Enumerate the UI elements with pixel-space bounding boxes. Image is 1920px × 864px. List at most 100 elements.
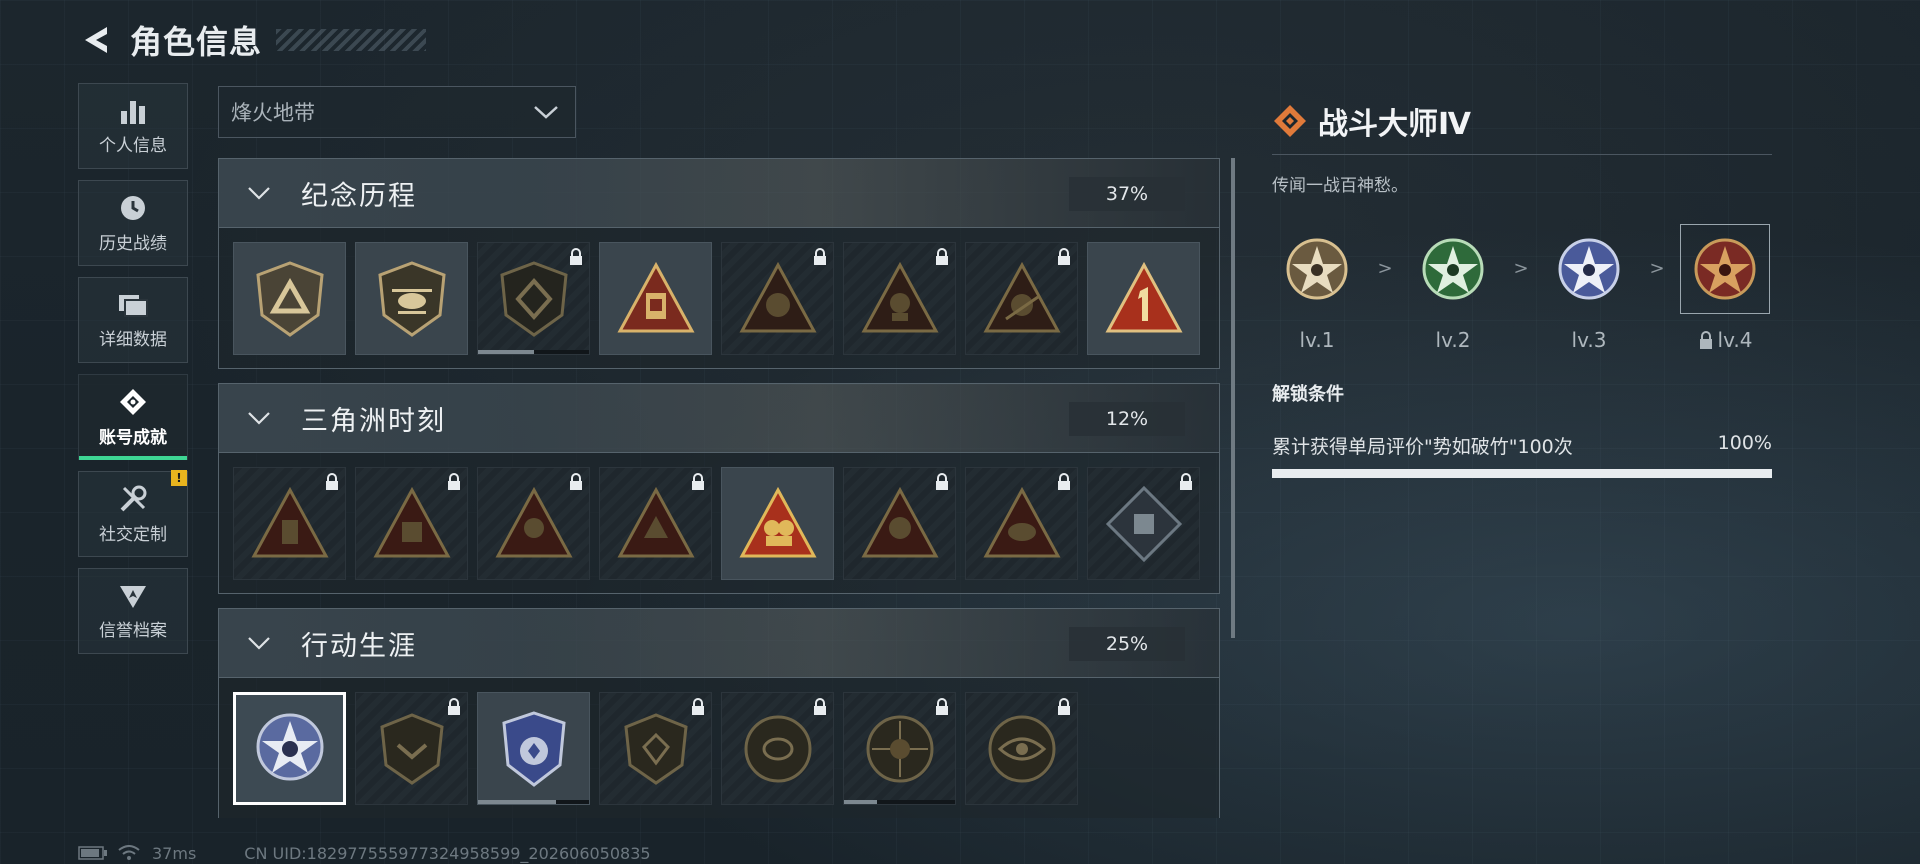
level-label-locked: lv.4 xyxy=(1698,328,1753,352)
badge-tile[interactable] xyxy=(1087,242,1200,355)
user-uid: CN UID:1829775559773249585​99_2026060508… xyxy=(244,843,651,863)
section-percent: 12% xyxy=(1069,402,1185,436)
level-separator: > xyxy=(1513,258,1529,279)
blue-star-medal-icon xyxy=(1558,238,1620,300)
tools-icon xyxy=(120,485,147,511)
helicopter-badge-icon xyxy=(377,260,446,337)
chevron-down-icon xyxy=(248,187,270,200)
folder-icon xyxy=(119,294,148,317)
sidebar-item-social[interactable]: ! 社交定制 xyxy=(78,470,188,557)
badge-tile[interactable] xyxy=(721,467,834,580)
list-scrollbar[interactable] xyxy=(1231,158,1235,638)
badge-tile[interactable] xyxy=(843,242,956,355)
lock-icon xyxy=(936,698,948,715)
level-progression: lv.1 > lv.2 > lv.3 > lv.4 xyxy=(1272,224,1772,352)
triangle-badge-icon xyxy=(616,486,695,557)
shield-badge-icon xyxy=(623,712,688,785)
badge-tile[interactable] xyxy=(477,692,590,805)
badge-tile[interactable] xyxy=(477,242,590,355)
mode-select[interactable]: 烽火地带 xyxy=(218,86,576,138)
chevron-down-icon xyxy=(248,637,270,650)
ping-value: 37ms xyxy=(152,843,197,863)
back-arrow-icon xyxy=(85,27,107,53)
badge-tile[interactable] xyxy=(599,242,712,355)
warning-badge: ! xyxy=(171,470,187,486)
triangle-badge-icon xyxy=(494,486,573,557)
diamond-badge-icon xyxy=(1105,485,1182,562)
level-4[interactable]: lv.4 xyxy=(1680,224,1770,352)
lock-icon xyxy=(814,248,826,265)
back-button[interactable] xyxy=(78,22,114,58)
badge-tile[interactable] xyxy=(233,467,346,580)
achievement-list[interactable]: 纪念历程 37% 三角洲时刻 12% 行动生涯 25% xyxy=(218,158,1220,818)
badge-tile[interactable] xyxy=(233,242,346,355)
triangle-badge-icon xyxy=(860,261,939,332)
clock-icon xyxy=(121,195,145,220)
detail-description: 传闻一战百神愁。 xyxy=(1272,176,1408,196)
lock-icon xyxy=(1180,473,1192,490)
unlock-condition-progress-bar xyxy=(1272,469,1772,478)
sidebar-item-history[interactable]: 历史战绩 xyxy=(78,180,188,266)
section-memorial: 纪念历程 37% xyxy=(218,158,1220,369)
lock-icon xyxy=(448,698,460,715)
badge-tile[interactable] xyxy=(477,467,590,580)
badge-tile[interactable] xyxy=(599,692,712,805)
section-percent: 37% xyxy=(1069,177,1185,211)
level-3[interactable]: lv.3 xyxy=(1544,224,1634,352)
shield-badge-icon xyxy=(255,260,324,337)
badge-tile[interactable] xyxy=(721,692,834,805)
badge-tile[interactable] xyxy=(843,692,956,805)
sidebar-item-label: 账号成就 xyxy=(99,427,167,448)
badge-tile[interactable] xyxy=(965,467,1078,580)
section-badges xyxy=(218,228,1220,369)
section-badges xyxy=(218,453,1220,594)
section-title: 纪念历程 xyxy=(301,180,417,212)
badge-tile[interactable] xyxy=(721,242,834,355)
badge-tile[interactable] xyxy=(355,242,468,355)
red-star-medal-icon xyxy=(1694,238,1756,300)
status-bar: 37ms CN UID:1829775559773249585​99_20260… xyxy=(78,842,651,864)
badge-progress xyxy=(478,350,589,354)
wifi-icon xyxy=(118,845,140,860)
level-label: lv.1 xyxy=(1299,328,1335,352)
emblem-badge-icon xyxy=(499,260,568,337)
lock-icon xyxy=(1058,248,1070,265)
unlock-condition-text: 累计获得单局评价"势如破竹"100次 xyxy=(1272,436,1573,458)
level-2[interactable]: lv.2 xyxy=(1408,224,1498,352)
lock-icon xyxy=(326,473,338,490)
section-title: 三角洲时刻 xyxy=(301,405,446,437)
sidebar-item-label: 历史战绩 xyxy=(99,233,167,254)
level-label: lv.3 xyxy=(1571,328,1607,352)
lock-icon xyxy=(936,473,948,490)
level-label: lv.2 xyxy=(1435,328,1471,352)
crosshair-badge-icon xyxy=(866,715,933,782)
badge-tile[interactable] xyxy=(965,692,1078,805)
title-decoration xyxy=(276,29,427,51)
section-delta-moments: 三角洲时刻 12% xyxy=(218,383,1220,594)
badge-tile-selected[interactable] xyxy=(233,692,346,805)
section-operation-career: 行动生涯 25% xyxy=(218,608,1220,818)
badge-tile[interactable] xyxy=(355,467,468,580)
sidebar-item-achievements[interactable]: 账号成就 xyxy=(78,374,188,460)
reputation-icon xyxy=(120,585,146,608)
badge-tile[interactable] xyxy=(965,242,1078,355)
level-separator: > xyxy=(1649,258,1665,279)
sidebar-item-personal-info[interactable]: 个人信息 xyxy=(78,83,188,169)
shield-badge-icon xyxy=(379,712,444,785)
section-header[interactable]: 三角洲时刻 12% xyxy=(218,383,1220,453)
section-header[interactable]: 行动生涯 25% xyxy=(218,608,1220,678)
number-one-badge-icon xyxy=(1104,261,1183,332)
level-1[interactable]: lv.1 xyxy=(1272,224,1362,352)
lock-icon xyxy=(814,698,826,715)
section-header[interactable]: 纪念历程 37% xyxy=(218,158,1220,228)
badge-tile[interactable] xyxy=(355,692,468,805)
badge-tile[interactable] xyxy=(1087,467,1200,580)
triangle-badge-icon xyxy=(738,261,817,332)
sidebar-item-label: 个人信息 xyxy=(99,135,167,156)
badge-tile[interactable] xyxy=(843,467,956,580)
sidebar-item-reputation[interactable]: 信誉档案 xyxy=(78,568,188,654)
star-medal-icon xyxy=(256,713,323,780)
sidebar-item-detailed-data[interactable]: 详细数据 xyxy=(78,277,188,363)
badge-tile[interactable] xyxy=(599,467,712,580)
level-label: lv.4 xyxy=(1717,328,1753,352)
